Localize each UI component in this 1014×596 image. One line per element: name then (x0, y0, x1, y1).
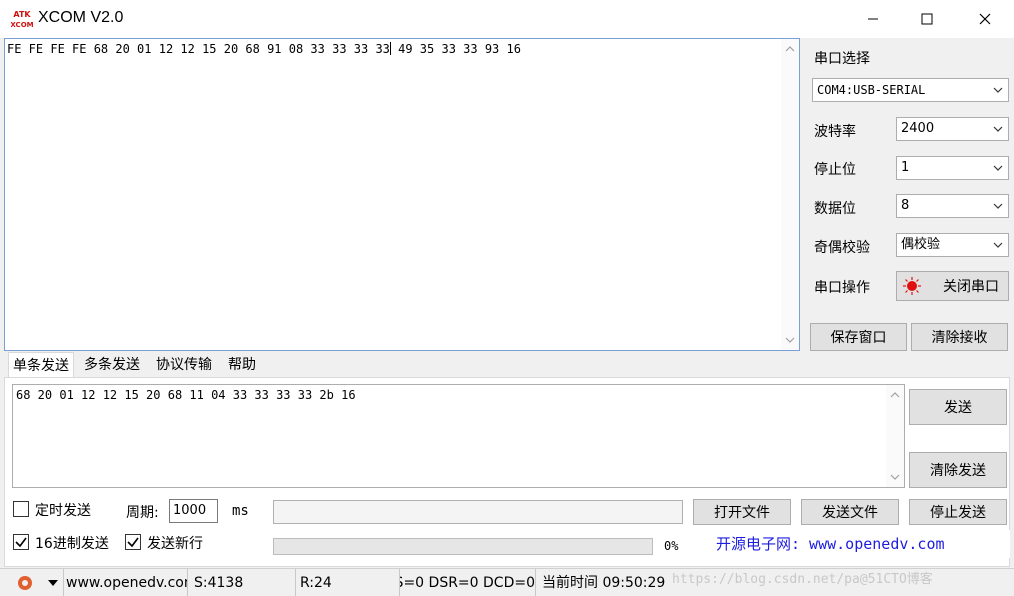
send-textarea[interactable]: 68 20 01 12 12 15 20 68 11 04 33 33 33 3… (12, 384, 905, 488)
baud-rate-select[interactable]: 2400 (896, 117, 1009, 141)
period-label: 周期: (126, 505, 159, 521)
hex-send-label: 16进制发送 (35, 536, 109, 552)
timed-send-label: 定时发送 (35, 503, 91, 519)
stop-send-button[interactable]: 停止发送 (909, 499, 1007, 525)
chevron-down-icon (993, 126, 1003, 132)
status-received-count: R:24 (298, 569, 400, 596)
status-sent-count: S:4138 (192, 569, 296, 596)
port-select-value: COM4:USB-SERIAL (817, 83, 926, 97)
logo-text-top: ATK (13, 10, 31, 19)
status-signals-text: CTS=0 DSR=0 DCD=0 (400, 575, 535, 591)
send-newline-label: 发送新行 (147, 536, 203, 552)
checkmark-icon (127, 537, 139, 548)
minimize-icon (868, 18, 878, 20)
clear-send-button[interactable]: 清除发送 (909, 452, 1007, 488)
receive-text-part1: FE FE FE FE 68 20 01 12 12 15 20 68 91 0… (7, 42, 390, 56)
send-button[interactable]: 发送 (909, 389, 1007, 425)
parity-value: 偶校验 (901, 237, 941, 252)
stop-bits-label: 停止位 (814, 162, 856, 178)
checkmark-icon (15, 537, 27, 548)
port-operation-label: 串口操作 (814, 280, 870, 296)
close-port-label: 关闭串口 (943, 279, 999, 295)
data-bits-select[interactable]: 8 (896, 194, 1009, 218)
period-input[interactable]: 1000 (169, 499, 218, 523)
hex-send-checkbox[interactable] (13, 534, 29, 550)
baud-rate-label: 波特率 (814, 124, 856, 140)
title-bar: ATK XCOM XCOM V2.0 (0, 0, 1014, 38)
status-url[interactable]: www.openedv.com (64, 569, 188, 596)
close-port-button[interactable]: 关闭串口 (896, 271, 1009, 301)
scroll-down-icon[interactable] (785, 335, 795, 345)
send-text: 68 20 01 12 12 15 20 68 11 04 33 33 33 3… (16, 388, 356, 402)
xcom-window: ATK XCOM XCOM V2.0 FE FE FE FE 68 20 01 … (0, 0, 1014, 596)
caret-down-icon[interactable] (48, 580, 58, 586)
gear-icon[interactable] (16, 574, 34, 592)
chevron-down-icon (993, 203, 1003, 209)
send-file-button[interactable]: 发送文件 (801, 499, 899, 525)
parity-label: 奇偶校验 (814, 240, 870, 256)
scroll-down-icon[interactable] (890, 472, 900, 482)
receive-text: FE FE FE FE 68 20 01 12 12 15 20 68 91 0… (7, 42, 521, 56)
stop-bits-select[interactable]: 1 (896, 156, 1009, 180)
maximize-button[interactable] (904, 0, 950, 38)
send-newline-checkbox[interactable] (125, 534, 141, 550)
baud-rate-value: 2400 (901, 121, 935, 136)
port-select-label: 串口选择 (814, 51, 870, 67)
minimize-button[interactable] (850, 0, 896, 38)
data-bits-value: 8 (901, 198, 910, 213)
port-select[interactable]: COM4:USB-SERIAL (812, 78, 1009, 102)
port-status-led-icon (903, 277, 921, 295)
clear-receive-button[interactable]: 清除接收 (911, 323, 1008, 351)
close-button[interactable] (962, 0, 1008, 38)
logo-text-bottom: XCOM (11, 21, 33, 29)
scroll-up-icon[interactable] (785, 44, 795, 54)
file-path-input[interactable] (273, 500, 683, 524)
timed-send-checkbox[interactable] (13, 501, 29, 517)
tab-protocol[interactable]: 协议传输 (152, 352, 216, 378)
chevron-down-icon (993, 87, 1003, 93)
receive-textarea[interactable]: FE FE FE FE 68 20 01 12 12 15 20 68 91 0… (4, 38, 800, 351)
send-scrollbar[interactable] (886, 385, 904, 487)
app-logo-icon: ATK XCOM (11, 8, 33, 30)
maximize-icon (921, 13, 933, 25)
send-progress-bar (273, 538, 653, 555)
close-icon (979, 13, 991, 25)
parity-select[interactable]: 偶校验 (896, 233, 1009, 257)
progress-text: 0% (664, 539, 679, 553)
window-title: XCOM V2.0 (38, 9, 124, 26)
chevron-down-icon (993, 242, 1003, 248)
save-window-button[interactable]: 保存窗口 (810, 323, 907, 351)
tab-single-send[interactable]: 单条发送 (8, 352, 74, 378)
settings-cell[interactable] (0, 569, 64, 596)
scroll-up-icon[interactable] (890, 390, 900, 400)
site-link[interactable]: 开源电子网: www.openedv.com (690, 530, 1010, 558)
data-bits-label: 数据位 (814, 201, 856, 217)
watermark: https://blog.csdn.net/pa@51CTO博客 (672, 572, 933, 587)
chevron-down-icon (993, 165, 1003, 171)
receive-text-part2: 49 35 33 33 93 16 (390, 42, 521, 56)
status-signals: CTS=0 DSR=0 DCD=0 (400, 569, 536, 596)
receive-scrollbar[interactable] (781, 39, 799, 350)
period-unit: ms (232, 503, 249, 519)
tab-help[interactable]: 帮助 (224, 352, 260, 378)
open-file-button[interactable]: 打开文件 (693, 499, 791, 525)
stop-bits-value: 1 (901, 160, 910, 175)
tab-multi-send[interactable]: 多条发送 (80, 352, 144, 378)
